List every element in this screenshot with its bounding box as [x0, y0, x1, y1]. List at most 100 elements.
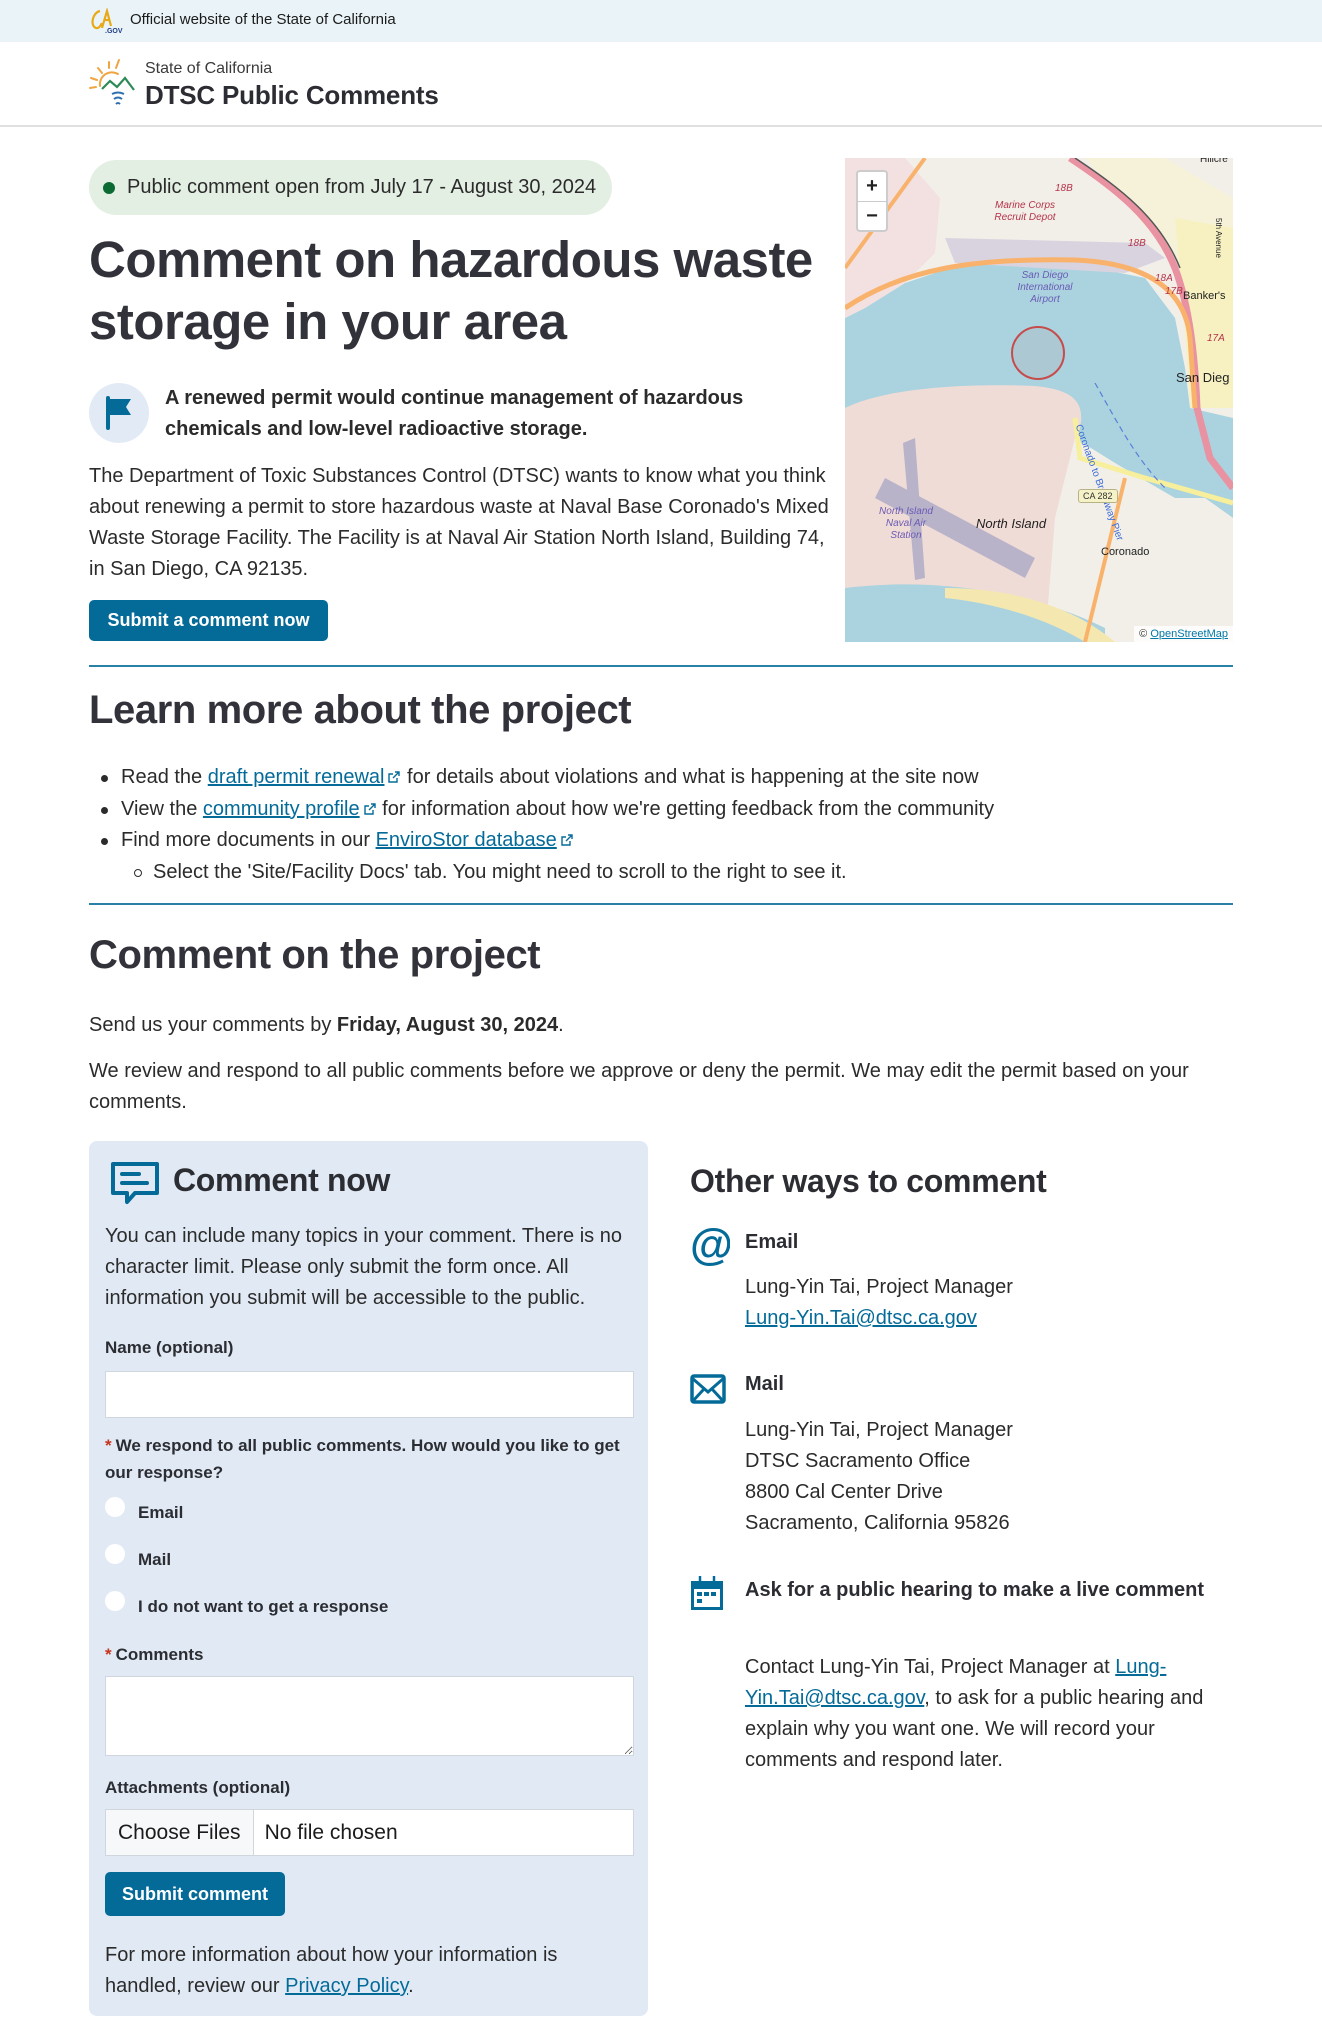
map-label-airport: San Diego International Airport — [1017, 270, 1073, 305]
radio-label: I do not want to get a response — [138, 1597, 389, 1616]
status-text: Public comment open from July 17 - Augus… — [127, 176, 597, 198]
email-method-title: Email — [745, 1231, 799, 1253]
envelope-icon — [690, 1374, 726, 1404]
attachments-label: Attachments (optional) — [105, 1778, 291, 1797]
no-file-chosen-text: No file chosen — [264, 1820, 398, 1844]
deadline-text: Send us your comments by Friday, August … — [89, 1014, 564, 1036]
calendar-icon — [691, 1576, 723, 1610]
envirostor-database-link[interactable]: EnviroStor database — [376, 829, 557, 851]
map-zoom-controls: + − — [856, 170, 888, 232]
mail-line: Sacramento, California 95826 — [745, 1512, 1010, 1534]
map-label-exit: 18B — [1128, 238, 1146, 249]
zoom-in-button[interactable]: + — [858, 172, 886, 201]
file-upload-input[interactable]: Choose Files No file chosen — [105, 1809, 634, 1856]
comments-textarea[interactable] — [105, 1676, 634, 1756]
radio-label: Email — [138, 1503, 184, 1522]
permit-summary: A renewed permit would continue manageme… — [165, 387, 744, 440]
comments-label: * Comments — [105, 1645, 204, 1664]
map-label-bankers: Banker's — [1183, 290, 1226, 302]
svg-text:.GOV: .GOV — [105, 28, 123, 34]
map-label-street: 5th Avenue — [1214, 218, 1223, 258]
map-label-naval-air-station: North Island Naval Air Station — [879, 506, 933, 541]
site-header: State of California DTSC Public Comments — [0, 42, 1322, 127]
zoom-out-button[interactable]: − — [858, 201, 886, 230]
section-divider — [89, 665, 1233, 667]
sub-list-item: Select the 'Site/Facility Docs' tab. You… — [121, 857, 1229, 889]
list-item: Find more documents in our EnviroStor da… — [89, 825, 1229, 888]
response-method-label: * We respond to all public comments. How … — [105, 1436, 620, 1482]
radio-button[interactable] — [105, 1591, 125, 1611]
email-contact-name: Lung-Yin Tai, Project Manager — [745, 1276, 1013, 1298]
response-option-email[interactable]: Email — [105, 1497, 184, 1523]
site-map[interactable]: + − Marine Corps Recruit Depot San Diego… — [845, 158, 1233, 642]
required-asterisk: * — [105, 1436, 112, 1455]
flag-icon — [106, 396, 131, 430]
mail-line: DTSC Sacramento Office — [745, 1450, 971, 1472]
draft-permit-renewal-link[interactable]: draft permit renewal — [208, 766, 385, 788]
status-dot-icon — [103, 181, 115, 194]
section-divider — [89, 903, 1233, 905]
list-item: Read the draft permit renewal for detail… — [89, 762, 1229, 794]
learn-more-heading: Learn more about the project — [89, 688, 632, 732]
flag-icon-badge — [89, 383, 149, 443]
map-label-exit: 17B — [1165, 286, 1183, 297]
map-label-hillcrest: Hillcre — [1200, 158, 1228, 165]
response-option-none[interactable]: I do not want to get a response — [105, 1591, 389, 1617]
intro-paragraph: The Department of Toxic Substances Contr… — [89, 465, 829, 580]
radio-button[interactable] — [105, 1497, 125, 1517]
choose-files-button[interactable]: Choose Files — [106, 1810, 254, 1855]
email-method-body: Lung-Yin Tai, Project Manager Lung-Yin.T… — [745, 1272, 1225, 1334]
mail-address-block: Lung-Yin Tai, Project Manager DTSC Sacra… — [745, 1415, 1225, 1539]
community-profile-link[interactable]: community profile — [203, 798, 360, 820]
learn-more-list: Read the draft permit renewal for detail… — [89, 762, 1229, 888]
public-hearing-body: Contact Lung-Yin Tai, Project Manager at… — [745, 1656, 1204, 1771]
comment-period-status-badge: Public comment open from July 17 - Augus… — [89, 160, 613, 215]
comment-form-description: You can include many topics in your comm… — [105, 1225, 622, 1309]
radio-button[interactable] — [105, 1544, 125, 1564]
review-text: We review and respond to all public comm… — [89, 1060, 1189, 1113]
comment-on-project-heading: Comment on the project — [89, 933, 541, 977]
svg-text:@: @ — [690, 1224, 730, 1266]
mail-line: 8800 Cal Center Drive — [745, 1481, 943, 1503]
map-tiles[interactable] — [845, 158, 1233, 642]
map-route-shield-ca282: CA 282 — [1078, 489, 1118, 503]
official-website-text: Official website of the State of Califor… — [130, 11, 396, 28]
official-banner: .GOV Official website of the State of Ca… — [0, 0, 1322, 42]
mail-method-title: Mail — [745, 1373, 784, 1395]
state-label: State of California — [145, 60, 273, 77]
public-hearing-title: Ask for a public hearing to make a live … — [745, 1579, 1205, 1601]
comment-now-heading: Comment now — [173, 1162, 391, 1198]
map-label-marine-corps: Marine Corps Recruit Depot — [994, 200, 1056, 223]
ca-gov-logo-icon[interactable]: .GOV — [88, 8, 124, 34]
map-label-exit: 18B — [1055, 183, 1073, 194]
required-asterisk: * — [105, 1645, 112, 1664]
copyright-symbol: © — [1139, 628, 1148, 640]
map-attribution: © OpenStreetMap — [1134, 626, 1233, 642]
name-label: Name (optional) — [105, 1338, 234, 1357]
map-label-exit: 17A — [1207, 333, 1225, 344]
email-address-link[interactable]: Lung-Yin.Tai@dtsc.ca.gov — [745, 1307, 977, 1329]
map-label-coronado: Coronado — [1101, 546, 1150, 558]
comment-form-card: Comment now You can include many topics … — [89, 1141, 648, 2016]
page-title: Comment on hazardous waste storage in yo… — [89, 231, 813, 350]
list-item: View the community profile for informati… — [89, 794, 1229, 826]
comment-bubble-icon — [111, 1162, 159, 1204]
deadline-date: Friday, August 30, 2024 — [336, 1014, 559, 1036]
privacy-note: For more information about how your info… — [105, 1944, 558, 1997]
map-label-north-island: North Island — [976, 516, 1047, 531]
at-sign-icon: @ — [690, 1224, 730, 1266]
external-link-icon — [363, 802, 376, 815]
openstreetmap-link[interactable]: OpenStreetMap — [1150, 628, 1228, 640]
response-option-mail[interactable]: Mail — [105, 1544, 172, 1570]
other-ways-heading: Other ways to comment — [690, 1163, 1047, 1199]
site-title[interactable]: DTSC Public Comments — [145, 80, 439, 111]
dtsc-logo-icon[interactable] — [88, 56, 140, 110]
map-label-exit: 18A — [1155, 273, 1173, 284]
radio-label: Mail — [138, 1550, 172, 1569]
privacy-policy-link[interactable]: Privacy Policy — [285, 1975, 408, 1997]
external-link-icon — [561, 834, 573, 846]
submit-comment-now-button[interactable]: Submit a comment now — [89, 600, 328, 641]
name-input[interactable] — [105, 1371, 634, 1418]
external-link-icon — [388, 771, 401, 783]
submit-comment-button[interactable]: Submit comment — [105, 1872, 285, 1916]
